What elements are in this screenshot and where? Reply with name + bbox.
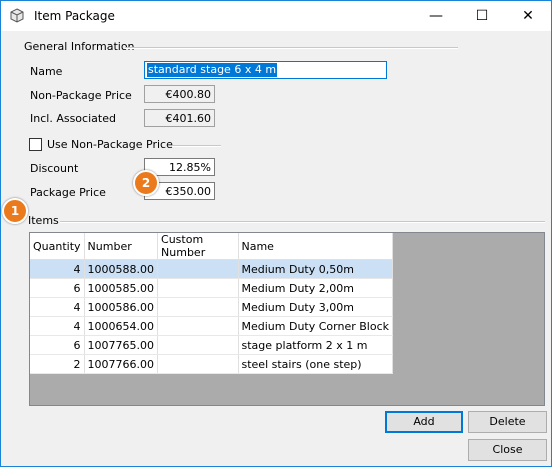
close-button[interactable]: Close bbox=[468, 439, 547, 461]
maximize-button[interactable]: ☐ bbox=[459, 1, 505, 31]
minimize-button[interactable]: — bbox=[413, 1, 459, 31]
table-row[interactable]: 4 1000586.00 Medium Duty 3,00m bbox=[30, 297, 393, 317]
discount-label: Discount bbox=[30, 162, 79, 175]
item-package-window: Item Package — ☐ ✕ General Information N… bbox=[0, 0, 552, 467]
name-input[interactable]: standard stage 6 x 4 m bbox=[144, 61, 387, 79]
table-row[interactable]: 4 1000654.00 Medium Duty Corner Block bbox=[30, 316, 393, 336]
add-button[interactable]: Add bbox=[385, 411, 463, 433]
callout-badge-2: 2 bbox=[133, 170, 159, 196]
items-divider bbox=[60, 221, 545, 223]
table-row[interactable]: 2 1007766.00 steel stairs (one step) bbox=[30, 354, 393, 374]
custom-number-cell[interactable] bbox=[157, 297, 239, 317]
number-cell[interactable]: 1000586.00 bbox=[84, 297, 159, 317]
name-cell[interactable]: Medium Duty 3,00m bbox=[238, 297, 393, 317]
package-icon bbox=[10, 8, 24, 23]
column-header-custom-number[interactable]: Custom Number bbox=[157, 233, 239, 260]
name-cell[interactable]: Medium Duty 2,00m bbox=[238, 278, 393, 298]
incl-associated-field: €401.60 bbox=[144, 109, 215, 127]
name-cell[interactable]: Medium Duty Corner Block bbox=[238, 316, 393, 336]
non-package-price-label: Non-Package Price bbox=[30, 89, 132, 102]
name-cell[interactable]: steel stairs (one step) bbox=[238, 354, 393, 374]
title-bar[interactable]: Item Package — ☐ ✕ bbox=[1, 1, 551, 31]
quantity-cell[interactable]: 2 bbox=[30, 354, 85, 374]
items-table-area: Quantity Number Custom Number Name 4 100… bbox=[30, 233, 393, 374]
name-cell[interactable]: stage platform 2 x 1 m bbox=[238, 335, 393, 355]
delete-button[interactable]: Delete bbox=[468, 411, 547, 433]
quantity-cell[interactable]: 4 bbox=[30, 259, 85, 279]
quantity-cell[interactable]: 4 bbox=[30, 297, 85, 317]
use-non-package-divider bbox=[172, 145, 221, 147]
quantity-cell[interactable]: 6 bbox=[30, 335, 85, 355]
name-cell[interactable]: Medium Duty 0,50m bbox=[238, 259, 393, 279]
table-row[interactable]: 6 1007765.00 stage platform 2 x 1 m bbox=[30, 335, 393, 355]
items-grid[interactable]: Quantity Number Custom Number Name 4 100… bbox=[29, 232, 545, 406]
number-cell[interactable]: 1000588.00 bbox=[84, 259, 159, 279]
quantity-cell[interactable]: 6 bbox=[30, 278, 85, 298]
name-label: Name bbox=[30, 65, 63, 78]
window-title: Item Package bbox=[34, 9, 115, 23]
items-table: Quantity Number Custom Number Name 4 100… bbox=[30, 233, 393, 374]
column-header-quantity[interactable]: Quantity bbox=[30, 233, 85, 260]
items-header-row: Quantity Number Custom Number Name bbox=[30, 233, 393, 260]
custom-number-cell[interactable] bbox=[157, 335, 239, 355]
number-cell[interactable]: 1000585.00 bbox=[84, 278, 159, 298]
quantity-cell[interactable]: 4 bbox=[30, 316, 85, 336]
number-cell[interactable]: 1007765.00 bbox=[84, 335, 159, 355]
number-cell[interactable]: 1007766.00 bbox=[84, 354, 159, 374]
items-label: Items bbox=[28, 214, 59, 227]
custom-number-cell[interactable] bbox=[157, 278, 239, 298]
column-header-name[interactable]: Name bbox=[238, 233, 393, 260]
name-value: standard stage 6 x 4 m bbox=[147, 63, 278, 77]
custom-number-cell[interactable] bbox=[157, 354, 239, 374]
table-row[interactable]: 4 1000588.00 Medium Duty 0,50m bbox=[30, 259, 393, 279]
column-header-number[interactable]: Number bbox=[84, 233, 159, 260]
custom-number-cell[interactable] bbox=[157, 259, 239, 279]
general-information-label: General Information bbox=[24, 40, 135, 53]
use-non-package-price-label[interactable]: Use Non-Package Price bbox=[47, 138, 173, 151]
number-cell[interactable]: 1000654.00 bbox=[84, 316, 159, 336]
use-non-package-price-checkbox[interactable] bbox=[29, 138, 42, 151]
close-window-button[interactable]: ✕ bbox=[505, 1, 551, 31]
table-row[interactable]: 6 1000585.00 Medium Duty 2,00m bbox=[30, 278, 393, 298]
general-information-divider bbox=[125, 47, 458, 49]
incl-associated-label: Incl. Associated bbox=[30, 112, 116, 125]
callout-badge-1: 1 bbox=[2, 198, 28, 224]
non-package-price-field: €400.80 bbox=[144, 85, 215, 103]
package-price-label: Package Price bbox=[30, 186, 106, 199]
custom-number-cell[interactable] bbox=[157, 316, 239, 336]
